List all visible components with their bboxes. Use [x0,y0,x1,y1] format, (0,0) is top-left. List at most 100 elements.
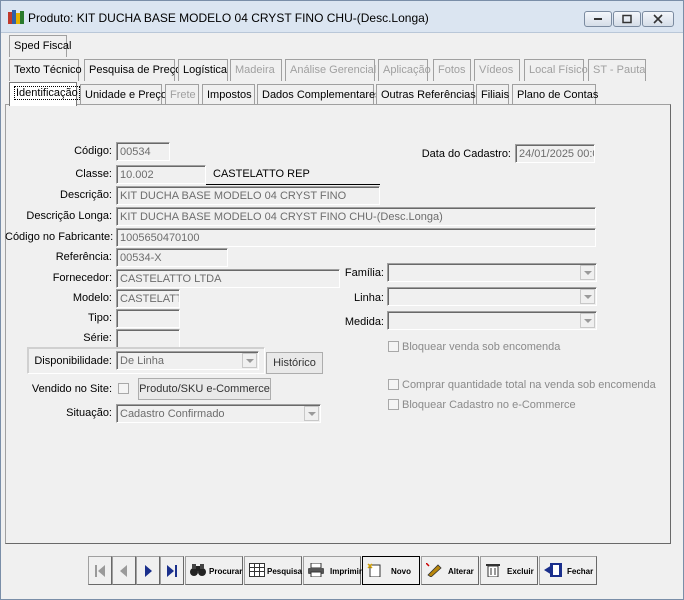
bloquear-cadastro-label: Bloquear Cadastro no e-Commerce [402,399,576,411]
vendido-site-label: Vendido no Site: [31,383,112,395]
window-title: Produto: KIT DUCHA BASE MODELO 04 CRYST … [28,11,429,25]
tab-outras-referencias[interactable]: Outras Referências [376,84,476,106]
tab-frete[interactable]: Frete [165,84,199,106]
tipo-label: Tipo: [87,312,112,324]
bloquear-venda-checkbox[interactable] [388,341,399,352]
tab-sped-fiscal[interactable]: Sped Fiscal [9,35,71,57]
tab-aplicacao[interactable]: Aplicação [378,59,431,81]
tab-videos[interactable]: Vídeos [474,59,520,81]
binoculars-icon [190,564,206,576]
situacao-select[interactable]: Cadastro Confirmado [116,404,321,423]
maximize-button[interactable] [613,11,641,27]
codigo-label: Código: [74,145,112,157]
exit-door-icon [544,563,562,577]
new-document-icon [367,563,381,577]
tab-impostos[interactable]: Impostos [202,84,255,106]
procurar-button[interactable]: Procurar [185,556,243,585]
minimize-icon [594,18,602,20]
medida-dropdown-button[interactable] [580,313,595,328]
trash-icon [486,564,500,577]
referencia-label: Referência: [55,251,112,263]
chevron-down-icon [584,295,592,299]
descricao-field[interactable]: KIT DUCHA BASE MODELO 04 CRYST FINO [116,186,380,205]
chevron-down-icon [584,319,592,323]
app-icon [8,10,24,24]
close-button[interactable] [642,11,674,27]
tab-identificacao[interactable]: Identificação [9,82,80,106]
tab-fotos[interactable]: Fotos [433,59,471,81]
tab-pesquisa-de-preco[interactable]: Pesquisa de Preço [84,59,181,81]
tipo-field[interactable] [116,309,180,328]
vendido-site-checkbox[interactable] [118,383,129,394]
codigo-field[interactable]: 00534 [116,142,170,161]
fornecedor-field[interactable]: CASTELATTO LTDA [116,269,340,288]
classe-description: CASTELATTO REP [213,168,310,180]
descricao-longa-field[interactable]: KIT DUCHA BASE MODELO 04 CRYST FINO CHU-… [116,207,596,226]
tab-texto-tecnico[interactable]: Texto Técnico [9,59,82,81]
next-record-button[interactable] [136,556,160,585]
tab-st-pauta[interactable]: ST - Pauta [588,59,646,81]
tab-filiais[interactable]: Filiais [476,84,509,106]
classe-label: Classe: [75,168,112,180]
tab-madeira[interactable]: Madeira [230,59,282,81]
first-icon [95,565,105,577]
chevron-down-icon [584,271,592,275]
descricao-longa-label: Descrição Longa: [26,210,112,222]
historico-button[interactable]: Histórico [266,352,323,374]
medida-label: Medida: [344,316,384,328]
minimize-button[interactable] [584,11,612,27]
previous-icon [120,565,127,577]
familia-dropdown-button[interactable] [580,265,595,280]
tab-plano-de-contas[interactable]: Plano de Contas [512,84,598,106]
modelo-field[interactable]: CASTELATTC [116,289,180,308]
imprimir-button[interactable]: Imprimir [303,556,362,585]
chevron-down-icon [246,359,254,363]
medida-select[interactable] [387,311,597,330]
comprar-quantidade-label: Comprar quantidade total na venda sob en… [402,379,656,391]
last-record-button[interactable] [160,556,184,585]
alterar-button[interactable]: Alterar [421,556,479,585]
last-icon [167,565,177,577]
first-record-button[interactable] [88,556,112,585]
linha-dropdown-button[interactable] [580,289,595,304]
situacao-dropdown-button[interactable] [304,406,319,421]
referencia-field[interactable]: 00534-X [116,248,228,267]
pesquisa-button[interactable]: Pesquisa [244,556,302,585]
bloquear-cadastro-checkbox[interactable] [388,399,399,410]
classe-field[interactable]: 10.002 [116,165,206,184]
comprar-quantidade-checkbox[interactable] [388,379,399,390]
next-icon [145,565,152,577]
linha-select[interactable] [387,287,597,306]
tab-dados-complementares[interactable]: Dados Complementares [257,84,381,106]
maximize-icon [622,14,632,24]
tab-local-fisico[interactable]: Local Físico [524,59,588,81]
fechar-button[interactable]: Fechar [539,556,597,585]
familia-select[interactable] [387,263,597,282]
previous-record-button[interactable] [112,556,136,585]
disponibilidade-label: Disponibilidade: [34,355,112,367]
disponibilidade-select[interactable]: De Linha [116,351,259,370]
familia-label: Família: [344,267,384,279]
novo-button[interactable]: Novo [362,556,420,585]
tab-logistica[interactable]: Logística [178,59,228,81]
serie-field[interactable] [116,329,180,348]
tab-unidade-e-preco[interactable]: Unidade e Preço [80,84,167,106]
tab-analise-gerencial[interactable]: Análise Gerencial [285,59,376,81]
fornecedor-label: Fornecedor: [52,272,112,284]
data-cadastro-field[interactable]: 24/01/2025 00:0 [515,144,595,163]
table-icon [249,563,265,577]
bloquear-venda-label: Bloquear venda sob encomenda [402,341,561,353]
codigo-fabricante-field[interactable]: 1005650470100 [116,228,596,247]
excluir-button[interactable]: Excluir [480,556,538,585]
title-bar: Produto: KIT DUCHA BASE MODELO 04 CRYST … [1,1,683,33]
pencil-icon [426,563,442,577]
linha-label: Linha: [354,292,384,304]
product-window: Produto: KIT DUCHA BASE MODELO 04 CRYST … [0,0,684,600]
data-cadastro-label: Data do Cadastro: [421,148,511,160]
disponibilidade-dropdown-button[interactable] [242,353,257,368]
produto-sku-ecommerce-button[interactable]: Produto/SKU e-Commerce [138,378,271,400]
printer-icon [308,563,324,577]
close-icon [653,14,663,24]
situacao-label: Situação: [66,407,112,419]
serie-label: Série: [83,332,112,344]
